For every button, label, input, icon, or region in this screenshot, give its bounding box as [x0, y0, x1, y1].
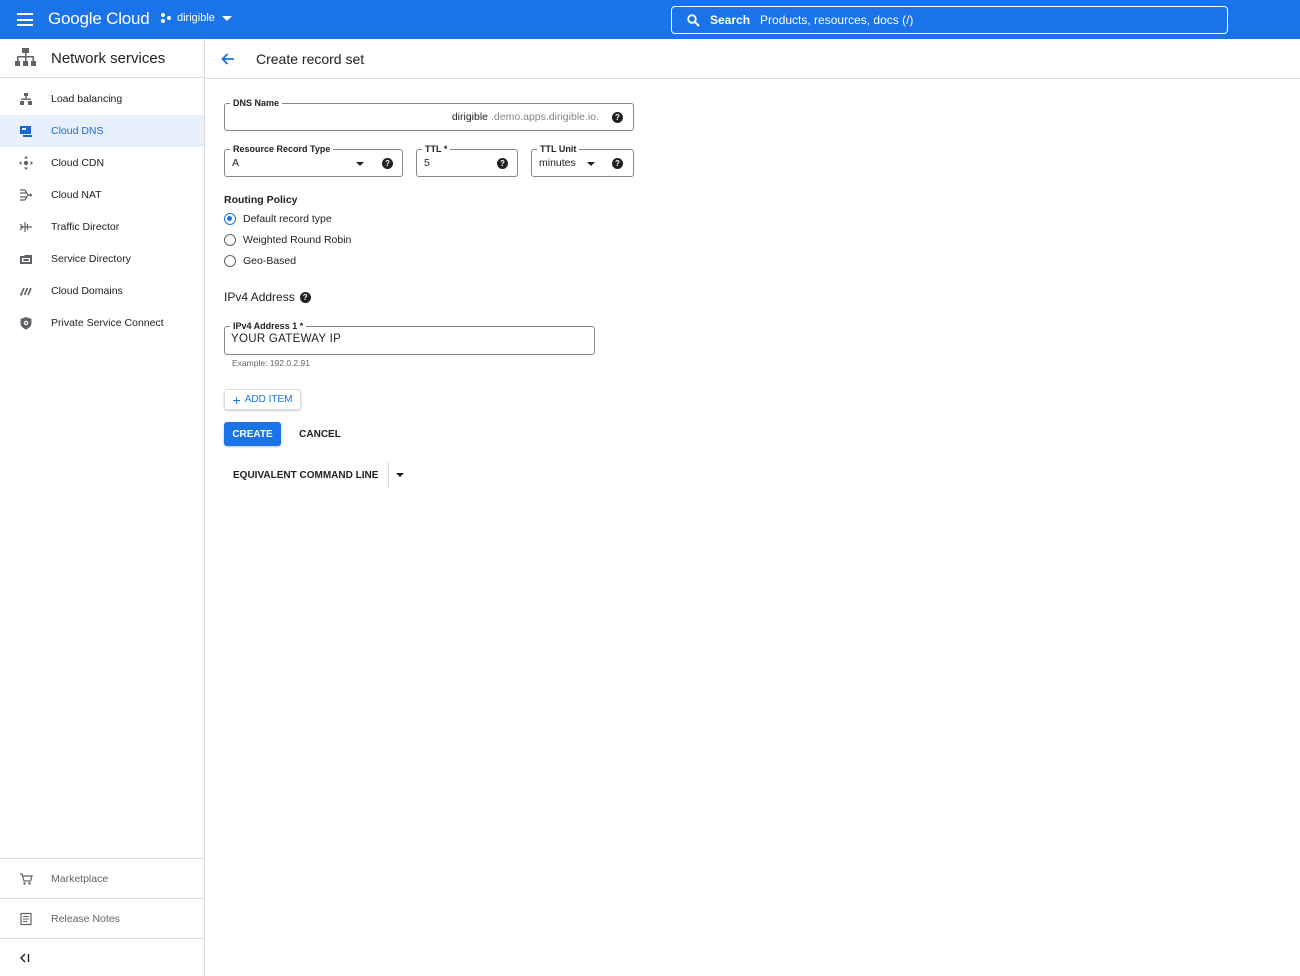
radio-label: Default record type — [243, 213, 332, 225]
ipv4-address-input[interactable]: IPv4 Address 1 * YOUR GATEWAY IP — [224, 320, 595, 355]
search-icon — [687, 13, 700, 27]
sidebar-item-cloud-domains[interactable]: Cloud Domains — [0, 275, 204, 307]
sidebar-item-label: Traffic Director — [51, 221, 120, 233]
load-balancing-icon — [20, 93, 32, 105]
page-title: Create record set — [256, 50, 365, 67]
equivalent-command-line-button[interactable]: EQUIVALENT COMMAND LINE — [224, 462, 388, 488]
cloud-cdn-icon — [19, 156, 33, 170]
ttl-unit-select[interactable]: TTL Unit minutes ? — [531, 143, 634, 177]
sidebar-item-label: Cloud NAT — [51, 189, 102, 201]
radio-label: Weighted Round Robin — [243, 234, 352, 246]
radio-default-record-type[interactable]: Default record type — [224, 213, 332, 225]
dns-name-label: DNS Name — [230, 97, 283, 109]
project-selector[interactable]: dirigible — [160, 12, 232, 24]
ipv4-section-heading: IPv4 Address ? — [224, 290, 311, 304]
equivalent-command-line-dropdown[interactable] — [389, 462, 411, 488]
chevron-down-icon — [396, 473, 405, 477]
sidebar-item-cloud-nat[interactable]: Cloud NAT — [0, 179, 204, 211]
top-app-bar: Google Cloud dirigible Search Products, … — [0, 0, 1300, 39]
project-name: dirigible — [177, 12, 215, 24]
ttl-help-icon[interactable]: ? — [497, 158, 508, 169]
radio-label: Geo-Based — [243, 255, 297, 267]
sidebar-item-label: Cloud CDN — [51, 157, 105, 169]
collapse-sidebar-button[interactable] — [0, 938, 204, 976]
sidebar-header: Network services — [0, 39, 204, 78]
record-type-select[interactable]: Resource Record Type A ? — [224, 143, 403, 177]
sidebar-item-cloud-cdn[interactable]: Cloud CDN — [0, 147, 204, 179]
dns-name-field[interactable]: DNS Name dirigible .demo.apps.dirigible.… — [224, 97, 634, 131]
ipv4-help-icon[interactable]: ? — [299, 291, 311, 303]
project-hub-icon — [161, 13, 171, 23]
sidebar: Network services Load balancing Cloud DN… — [0, 39, 205, 976]
chevron-down-icon — [221, 15, 232, 21]
sidebar-item-private-service-connect[interactable]: Private Service Connect — [0, 307, 204, 339]
routing-policy-label: Routing Policy — [224, 194, 298, 206]
cloud-nat-icon — [20, 189, 33, 201]
service-directory-icon — [20, 255, 32, 264]
sidebar-item-label: Service Directory — [51, 253, 131, 265]
ttl-unit-label: TTL Unit — [537, 143, 580, 155]
main-menu-icon[interactable] — [17, 13, 33, 26]
network-services-icon — [15, 48, 36, 66]
sidebar-item-label: Marketplace — [51, 872, 109, 885]
create-button[interactable]: CREATE — [224, 422, 281, 446]
record-type-label: Resource Record Type — [230, 143, 334, 155]
ttl-label: TTL * — [422, 143, 451, 155]
sidebar-nav: Load balancing Cloud DNS Cloud CDN Cloud… — [0, 83, 204, 339]
search-placeholder: Products, resources, docs (/) — [760, 13, 914, 27]
chevron-down-icon — [356, 162, 364, 166]
back-arrow-icon[interactable] — [220, 51, 236, 67]
traffic-director-icon — [19, 222, 32, 232]
ipv4-address-label: IPv4 Address 1 * — [230, 320, 307, 332]
private-service-connect-icon — [20, 317, 32, 330]
add-item-label: ADD ITEM — [244, 394, 293, 405]
cancel-button[interactable]: CANCEL — [292, 422, 348, 446]
equivalent-command-line-split-button: EQUIVALENT COMMAND LINE — [224, 462, 411, 488]
radio-geo-based[interactable]: Geo-Based — [224, 255, 296, 267]
search-label: Search — [710, 13, 751, 27]
dns-name-value: dirigible — [451, 111, 488, 123]
marketplace-cart-icon — [20, 872, 33, 885]
radio-weighted-round-robin[interactable]: Weighted Round Robin — [224, 234, 351, 246]
sidebar-item-release-notes[interactable]: Release Notes — [0, 898, 204, 938]
release-notes-icon — [20, 912, 32, 925]
sidebar-item-traffic-director[interactable]: Traffic Director — [0, 211, 204, 243]
ttl-input[interactable]: TTL * 5 ? — [416, 143, 518, 177]
radio-button[interactable] — [224, 255, 236, 267]
sidebar-item-cloud-dns[interactable]: Cloud DNS — [0, 115, 204, 147]
add-item-button[interactable]: + ADD ITEM — [224, 389, 301, 410]
plus-icon: + — [232, 391, 241, 408]
radio-button[interactable] — [224, 234, 236, 246]
search-input[interactable]: Search Products, resources, docs (/) — [671, 6, 1228, 34]
sidebar-item-label: Cloud Domains — [51, 285, 123, 297]
ttl-value: 5 — [424, 157, 430, 169]
sidebar-footer: Marketplace Release Notes — [0, 858, 204, 976]
chevron-down-icon — [587, 162, 595, 166]
sidebar-item-label: Load balancing — [51, 93, 123, 105]
sidebar-item-service-directory[interactable]: Service Directory — [0, 243, 204, 275]
sidebar-item-marketplace[interactable]: Marketplace — [0, 858, 204, 898]
sidebar-item-label: Release Notes — [51, 912, 120, 925]
ipv4-section-label: IPv4 Address — [224, 290, 295, 304]
ttl-unit-help-icon[interactable]: ? — [612, 158, 623, 169]
sidebar-title: Network services — [51, 49, 166, 67]
record-type-value: A — [232, 157, 240, 169]
record-type-help-icon[interactable]: ? — [382, 158, 393, 169]
radio-button-checked[interactable] — [224, 213, 236, 225]
cloud-dns-icon — [20, 126, 32, 137]
page-header: Create record set — [205, 39, 1300, 79]
dns-name-suffix: .demo.apps.dirigible.io. — [491, 111, 599, 123]
sidebar-item-label: Private Service Connect — [51, 317, 164, 329]
dns-name-help-icon[interactable]: ? — [612, 112, 623, 123]
cloud-domains-icon — [20, 287, 32, 296]
ipv4-address-value: YOUR GATEWAY IP — [231, 333, 342, 345]
sidebar-item-label: Cloud DNS — [51, 125, 104, 137]
sidebar-item-load-balancing[interactable]: Load balancing — [0, 83, 204, 115]
collapse-left-icon — [20, 953, 30, 962]
ttl-unit-value: minutes — [539, 157, 576, 169]
ipv4-hint: Example: 192.0.2.91 — [232, 358, 310, 368]
google-cloud-logo[interactable]: Google Cloud — [48, 9, 150, 29]
